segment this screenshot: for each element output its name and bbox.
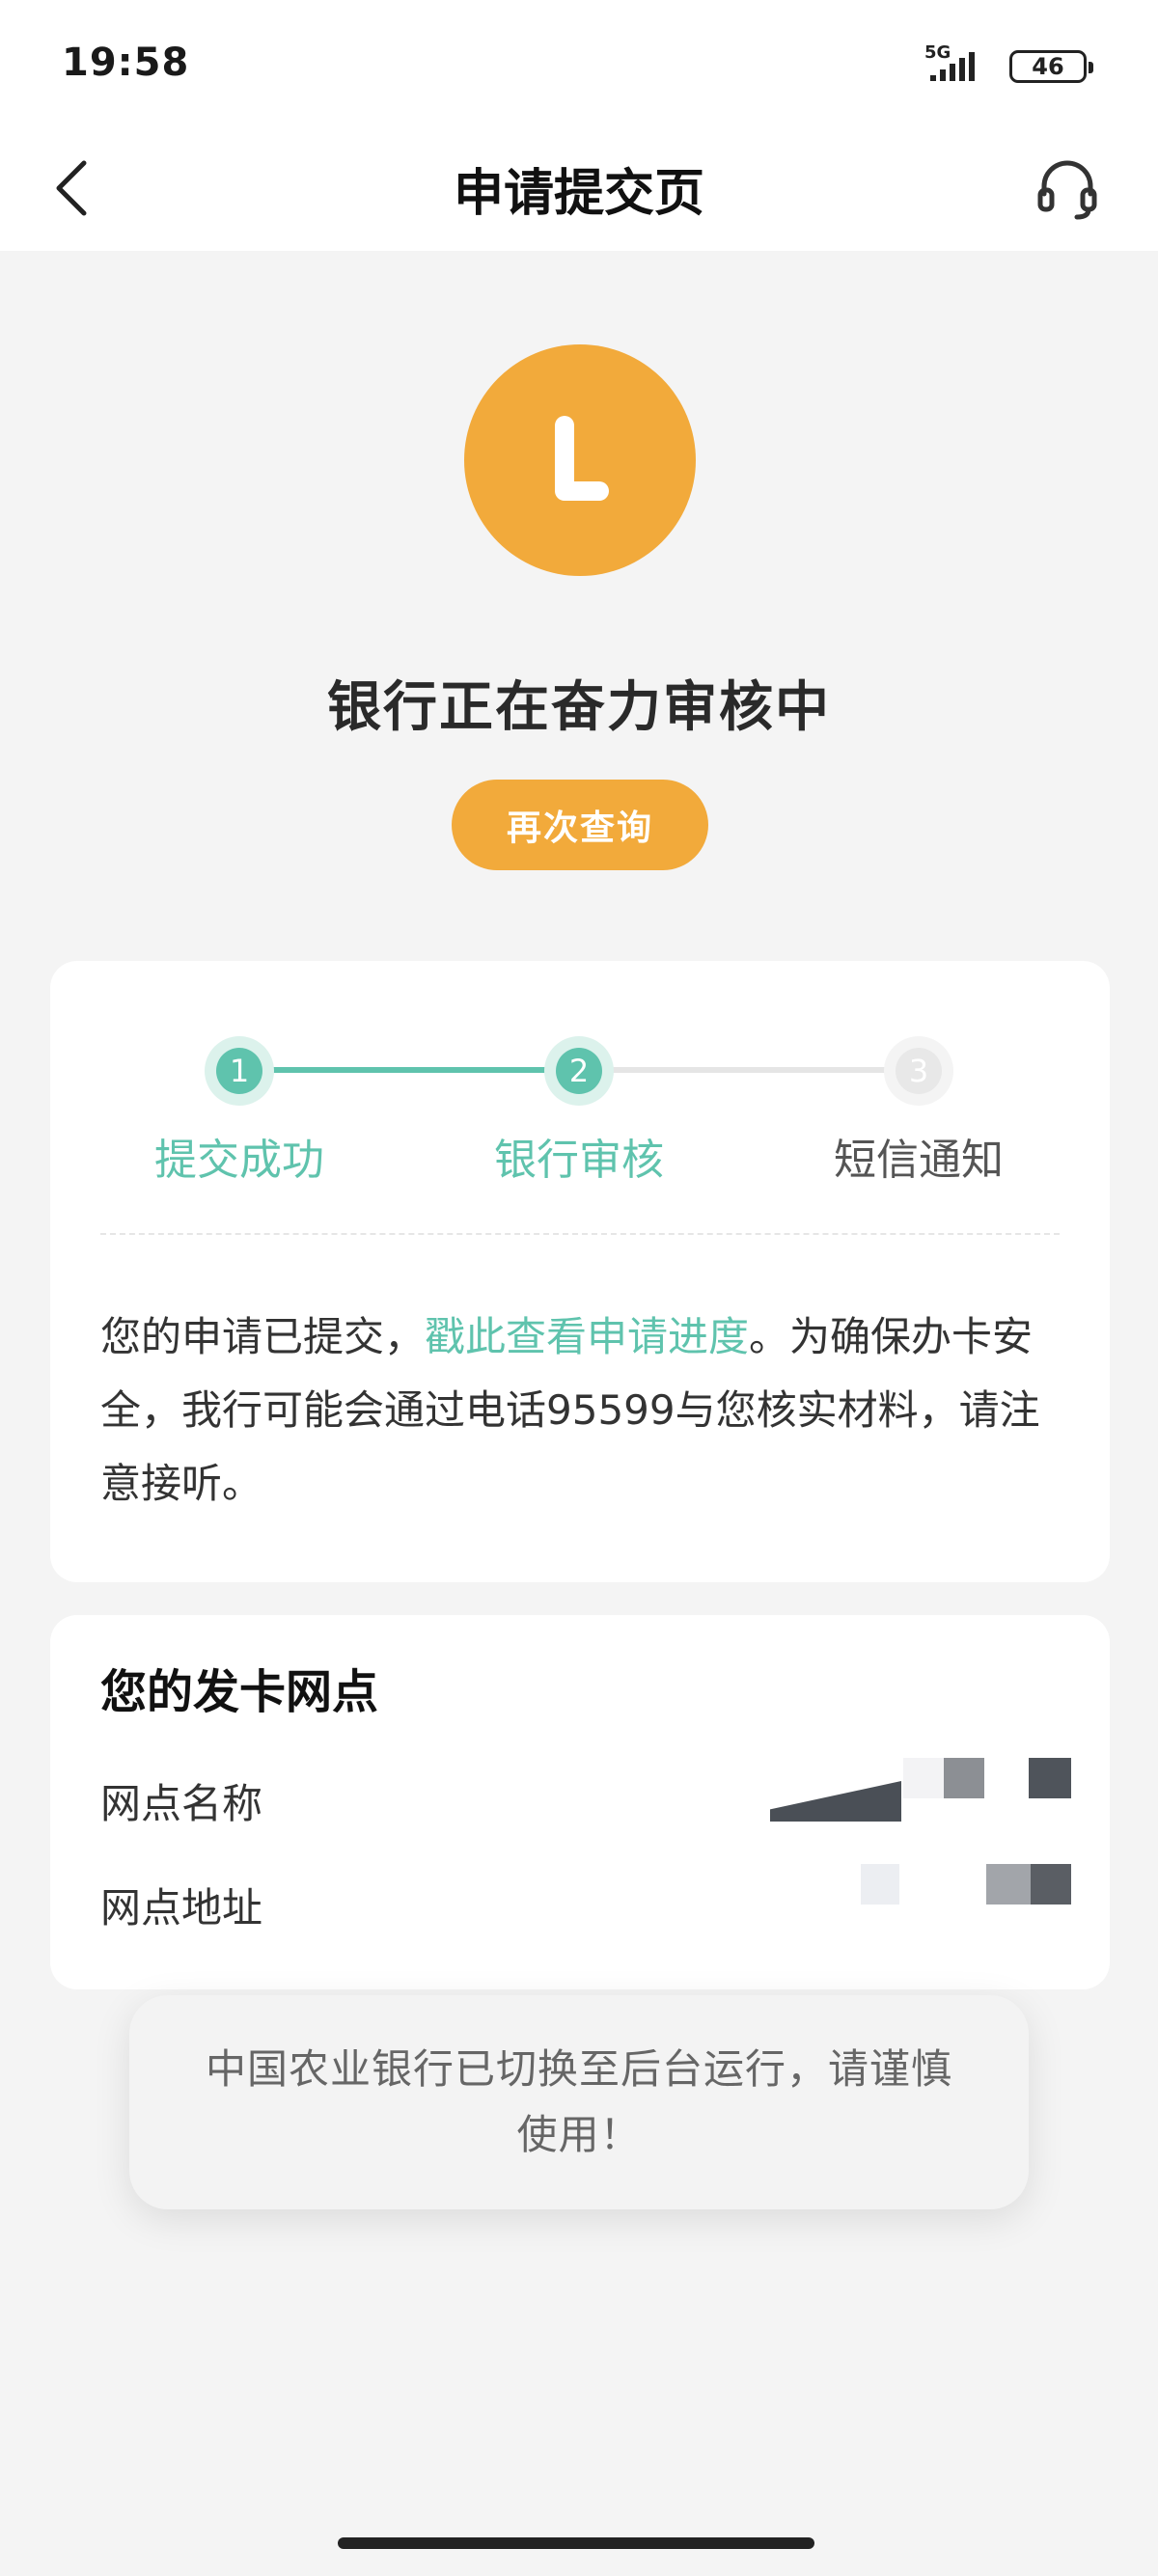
customer-service-button[interactable]: [1029, 147, 1106, 230]
page-title: 申请提交页: [453, 165, 704, 223]
headset-icon: [1037, 160, 1097, 220]
notice-prefix: 您的申请已提交，: [100, 1313, 426, 1360]
step-2-dot: 2: [544, 1036, 614, 1106]
progress-line-done: [239, 1067, 579, 1073]
nav-bar: 申请提交页: [0, 125, 1158, 251]
branch-name-label: 网点名称: [100, 1780, 263, 1827]
step-1-label: 提交成功: [154, 1136, 324, 1185]
branch-card: 您的发卡网点 网点名称 网点地址: [50, 1615, 1110, 1989]
step-2-label: 银行审核: [494, 1136, 664, 1185]
review-status-text: 银行正在奋力审核中: [327, 676, 831, 739]
step-1-dot: 1: [205, 1036, 274, 1106]
step-3-dot: 3: [884, 1036, 953, 1106]
view-progress-link[interactable]: 戳此查看申请进度: [425, 1313, 749, 1360]
battery-level: 46: [1032, 53, 1064, 80]
home-indicator[interactable]: [338, 2537, 814, 2549]
step-2-number: 2: [556, 1048, 602, 1094]
branch-address-label: 网点地址: [100, 1884, 263, 1932]
progress-line-pending: [579, 1067, 919, 1073]
divider: [100, 1233, 1060, 1235]
step-1-number: 1: [216, 1048, 262, 1094]
status-bar: 19:58 5G 46: [0, 0, 1158, 125]
progress-card: 1 2 3 提交成功 银行审核 短信通知 您的申请已提交，戳此查看申请进度。为确…: [50, 961, 1110, 1582]
branch-title: 您的发卡网点: [100, 1665, 379, 1719]
submission-notice: 您的申请已提交，戳此查看申请进度。为确保办卡安全，我行可能会通过电话95599与…: [100, 1301, 1048, 1521]
step-3-label: 短信通知: [834, 1136, 1004, 1185]
step-3-number: 3: [896, 1048, 942, 1094]
query-again-button[interactable]: 再次查询: [452, 780, 708, 870]
signal-icon: 5G: [924, 42, 994, 85]
battery-icon: 46: [1009, 50, 1093, 83]
background-running-toast: 中国农业银行已切换至后台运行，请谨慎使用！: [129, 1995, 1029, 2209]
status-time: 19:58: [62, 41, 190, 85]
clock-icon: [464, 344, 696, 576]
